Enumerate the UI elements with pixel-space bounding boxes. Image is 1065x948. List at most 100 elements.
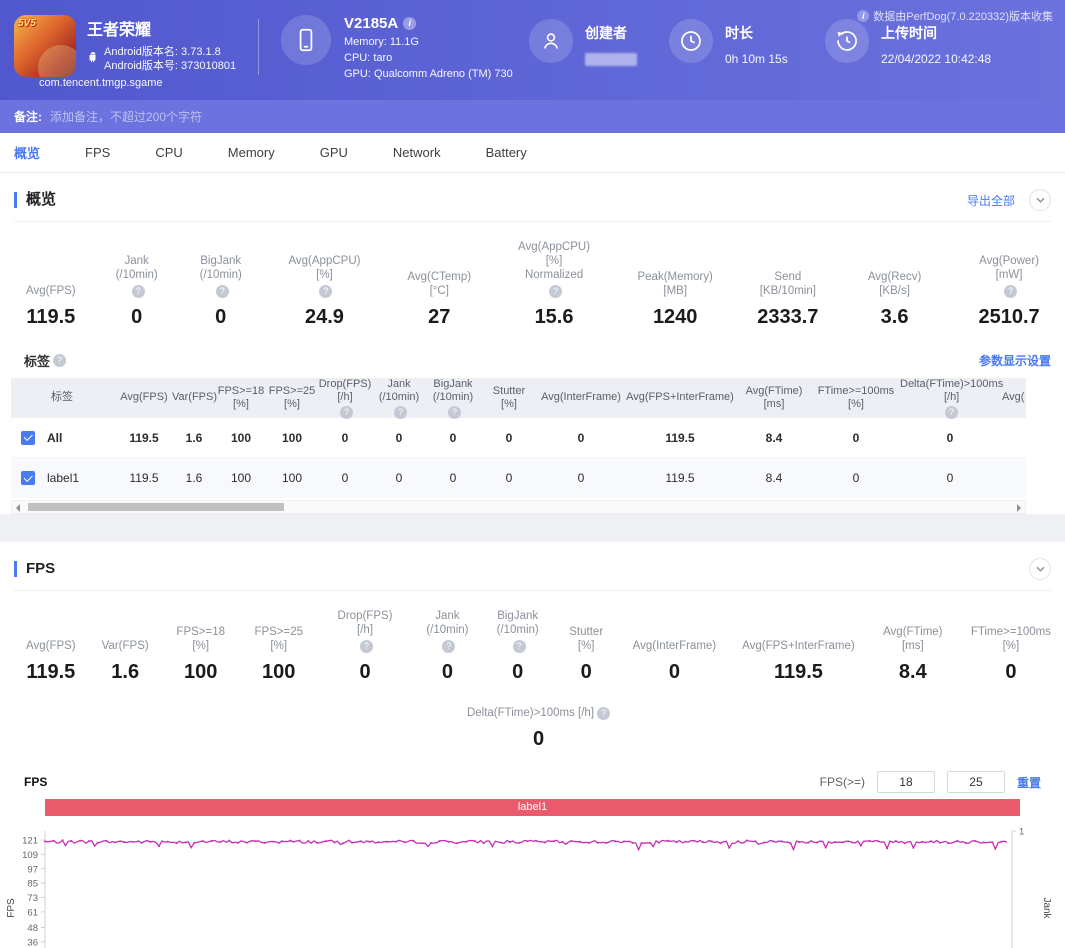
metric: Avg(AppCPU) [%]? 24.9 xyxy=(288,255,361,328)
help-icon[interactable]: ? xyxy=(215,285,229,298)
metric: Avg(FTime) [ms]? 8.4 xyxy=(883,626,943,683)
table-cell: 0 xyxy=(577,430,585,445)
fps-title: FPS xyxy=(14,561,55,577)
help-icon[interactable]: ? xyxy=(549,285,563,298)
column-header: Var(FPS) xyxy=(172,391,218,404)
table-cell: 1.6 xyxy=(185,471,203,485)
help-icon[interactable]: ? xyxy=(394,405,407,419)
table-cell: 0 xyxy=(449,471,457,485)
tab[interactable]: Battery xyxy=(486,133,527,172)
svg-text:1: 1 xyxy=(1019,827,1024,838)
metric: Jank (/10min)? 0 xyxy=(115,255,158,328)
note-input-bar[interactable]: 备注: 添加备注，不超过200个字符 xyxy=(0,100,1065,133)
fps-metrics-row2: Delta(FTime)>100ms [/h]? 0 xyxy=(0,690,1065,761)
help-icon[interactable]: ? xyxy=(442,640,456,653)
column-header: 标签 xyxy=(51,391,73,404)
column-header: FTime>=100ms [%] xyxy=(817,385,895,410)
collapse-fps-button[interactable] xyxy=(1029,558,1051,580)
upload-time-value: 22/04/2022 10:42:48 xyxy=(881,52,992,66)
help-icon[interactable]: ? xyxy=(1004,285,1018,298)
android-version-code: Android版本号: 373010801 xyxy=(104,60,237,72)
scroll-left-arrow[interactable] xyxy=(16,504,20,512)
labels-title: 标签 xyxy=(24,354,51,369)
help-icon[interactable]: ? xyxy=(319,285,333,298)
creator-label: 创建者 xyxy=(585,25,627,41)
metric: Avg(FPS)? 119.5 xyxy=(26,640,76,683)
svg-text:97: 97 xyxy=(27,864,38,875)
export-all-link[interactable]: 导出全部 xyxy=(967,192,1015,209)
metric: FPS>=18 [%]? 100 xyxy=(176,626,226,683)
section-gap xyxy=(0,526,1065,542)
column-header: Jank (/10min)? xyxy=(378,378,420,419)
table-cell: 119.5 xyxy=(665,471,695,485)
help-icon[interactable]: ? xyxy=(597,707,611,720)
tab[interactable]: Network xyxy=(393,133,441,172)
creator-name-redacted xyxy=(585,53,637,66)
row-label: All xyxy=(47,430,63,445)
fps-metrics: Avg(FPS)? 119.5 Var(FPS)? 1.6 FPS>=18 [%… xyxy=(0,591,1065,690)
help-icon[interactable]: ? xyxy=(945,405,958,419)
tab[interactable]: FPS xyxy=(85,133,110,172)
labels-table-body: All 119.5 1.6 100 100 0 0 0 0 0 119.5 8.4 0 0 label1 11… xyxy=(11,418,1026,498)
metric: FPS>=25 [%]? 100 xyxy=(254,626,304,683)
scroll-thumb[interactable] xyxy=(28,503,284,511)
fps-threshold-input-1[interactable] xyxy=(876,771,935,793)
game-badge: 5V5 xyxy=(18,18,36,29)
tab[interactable]: Memory xyxy=(228,133,275,172)
row-checkbox[interactable] xyxy=(21,471,35,485)
fps-threshold-input-2[interactable] xyxy=(946,771,1005,793)
help-icon[interactable]: ? xyxy=(448,405,461,419)
tab[interactable]: GPU xyxy=(320,133,348,172)
help-icon[interactable]: ? xyxy=(340,405,353,419)
labels-table-head: 标签 Avg(FPS) Var(FPS) FPS>=18 [%] FPS>=25 [%]… xyxy=(11,378,1026,419)
table-cell: 0 xyxy=(505,471,513,485)
overview-title: 概览 xyxy=(14,192,56,208)
label-band: label1 xyxy=(45,799,1020,816)
chart-title: FPS xyxy=(24,775,48,789)
help-icon[interactable]: ? xyxy=(360,640,374,653)
table-cell: 0 xyxy=(341,430,349,445)
table-cell: 0 xyxy=(946,471,954,485)
metric: Var(FPS)? 1.6 xyxy=(101,640,149,683)
metric: Jank (/10min)? 0 xyxy=(426,610,469,683)
device-info-icon[interactable]: i xyxy=(403,17,417,30)
collapse-overview-button[interactable] xyxy=(1029,189,1051,211)
param-display-settings-link[interactable]: 参数显示设置 xyxy=(979,352,1051,369)
table-cell: 119.5 xyxy=(665,430,695,445)
device-model: V2185A xyxy=(344,15,399,32)
duration-label: 时长 xyxy=(725,25,753,41)
app-package: com.tencent.tmgp.sgame xyxy=(39,77,163,89)
tab[interactable]: 概览 xyxy=(14,133,40,172)
device-gpu: GPU: Qualcomm Adreno (TM) 730 xyxy=(344,68,513,80)
history-clock-icon xyxy=(825,19,869,63)
svg-text:48: 48 xyxy=(27,923,38,934)
table-row: label1 119.5 1.6 100 100 0 0 0 0 0 119.5 8.4 0 0 xyxy=(11,458,1026,498)
device-memory: Memory: 11.1G xyxy=(344,36,419,48)
table-cell: 0 xyxy=(852,430,860,445)
info-icon: i xyxy=(857,10,870,22)
table-cell: 100 xyxy=(281,471,303,485)
report-header: 5V5 王者荣耀 Android版本名: 3.73.1.8 Android版本号… xyxy=(0,0,1065,100)
help-icon[interactable]: ? xyxy=(131,285,145,298)
scroll-right-arrow[interactable] xyxy=(1017,504,1021,512)
reset-link[interactable]: 重置 xyxy=(1017,774,1041,791)
row-label: label1 xyxy=(47,471,80,485)
column-header: Avg(FTime) [ms] xyxy=(745,385,803,410)
svg-text:109: 109 xyxy=(22,850,38,861)
help-icon[interactable]: ? xyxy=(512,640,526,653)
section-tabs: 概览 FPS CPU Memory GPU Network Battery xyxy=(0,133,1065,173)
help-icon[interactable]: ? xyxy=(53,354,67,367)
table-cell: 100 xyxy=(230,430,252,445)
table-scrollbar[interactable] xyxy=(11,500,1026,514)
person-icon xyxy=(529,19,573,63)
fps-chart: label1 0122436486173859710912110FPSJank0… xyxy=(0,793,1065,948)
table-row: All 119.5 1.6 100 100 0 0 0 0 0 119.5 8.4 0 0 xyxy=(11,418,1026,458)
row-checkbox[interactable] xyxy=(21,430,35,445)
tab[interactable]: CPU xyxy=(155,133,182,172)
metric: Peak(Memory) [MB]? 1240 xyxy=(637,271,713,328)
device-cpu: CPU: taro xyxy=(344,52,393,64)
phone-icon xyxy=(281,15,331,65)
svg-text:36: 36 xyxy=(27,937,38,948)
fps-threshold-label: FPS(>=) xyxy=(819,775,865,789)
device-info-block: V2185A i Memory: 11.1G CPU: taro GPU: Qu… xyxy=(281,15,529,80)
